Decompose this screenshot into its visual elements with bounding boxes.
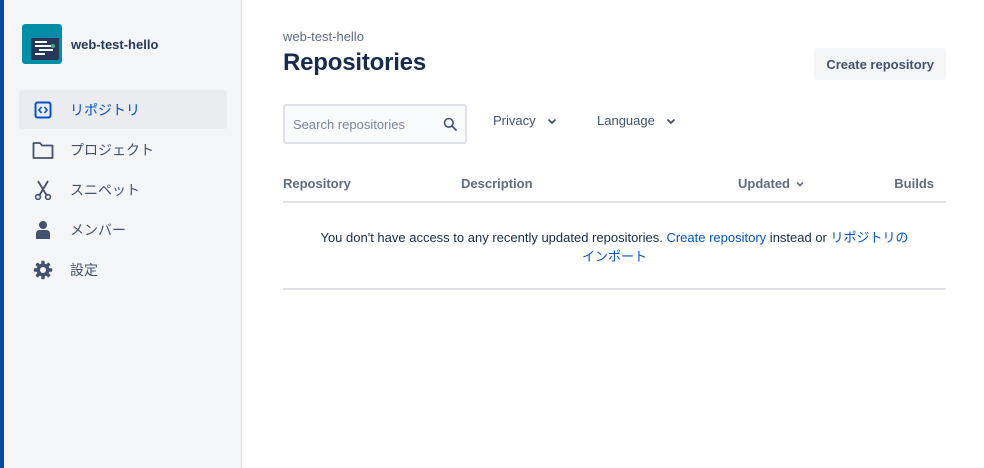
column-header-builds: Builds bbox=[894, 176, 934, 191]
search-input[interactable] bbox=[291, 115, 435, 133]
empty-state-text-middle: instead or bbox=[766, 230, 831, 245]
sidebar-item-settings[interactable]: 設定 bbox=[19, 250, 227, 289]
table-header: Repository Description Updated Builds bbox=[283, 176, 946, 203]
chevron-down-icon bbox=[666, 118, 675, 124]
sidebar-item-snippets[interactable]: スニペット bbox=[19, 170, 227, 209]
repository-icon bbox=[32, 99, 54, 121]
workspace-name: web-test-hello bbox=[71, 36, 159, 52]
create-repository-button[interactable]: Create repository bbox=[814, 48, 946, 80]
search-icon[interactable] bbox=[443, 117, 457, 131]
column-header-repository[interactable]: Repository bbox=[283, 176, 351, 191]
sidebar-item-label: リポジトリ bbox=[70, 101, 140, 118]
sort-chevron-down-icon bbox=[796, 181, 804, 187]
sidebar-nav: リポジトリ プロジェクト スニペット メンバー 設定 bbox=[19, 90, 227, 290]
sidebar-item-label: スニペット bbox=[70, 181, 140, 198]
column-header-updated-label: Updated bbox=[738, 176, 790, 191]
privacy-filter-label: Privacy bbox=[493, 113, 536, 128]
sidebar-item-projects[interactable]: プロジェクト bbox=[19, 130, 227, 169]
workspace-header[interactable]: web-test-hello bbox=[22, 24, 158, 64]
search-box bbox=[283, 104, 467, 144]
empty-state-message: You don't have access to any recently up… bbox=[315, 228, 915, 266]
create-repository-link[interactable]: Create repository bbox=[666, 230, 766, 245]
language-filter[interactable]: Language bbox=[597, 113, 677, 128]
workspace-avatar-icon bbox=[22, 24, 62, 64]
empty-state: You don't have access to any recently up… bbox=[283, 228, 946, 290]
sidebar-item-members[interactable]: メンバー bbox=[19, 210, 227, 249]
folder-icon bbox=[32, 139, 54, 161]
sidebar-item-label: 設定 bbox=[70, 261, 98, 278]
privacy-filter[interactable]: Privacy bbox=[493, 113, 558, 128]
sidebar: web-test-hello リポジトリ プロジェクト スニペット メンバー 設… bbox=[4, 0, 242, 468]
empty-state-text: You don't have access to any recently up… bbox=[320, 230, 667, 245]
gear-icon bbox=[32, 259, 54, 281]
main-content: web-test-hello Repositories Create repos… bbox=[283, 0, 946, 468]
sidebar-item-label: メンバー bbox=[70, 221, 126, 238]
sidebar-item-label: プロジェクト bbox=[70, 141, 154, 158]
page-title: Repositories bbox=[283, 49, 426, 76]
sidebar-item-repositories[interactable]: リポジトリ bbox=[19, 90, 227, 129]
scissors-icon bbox=[32, 179, 54, 201]
chevron-down-icon bbox=[547, 118, 556, 124]
breadcrumb[interactable]: web-test-hello bbox=[283, 29, 364, 44]
column-header-updated[interactable]: Updated bbox=[738, 176, 805, 191]
person-icon bbox=[32, 219, 54, 241]
column-header-description: Description bbox=[461, 176, 533, 191]
language-filter-label: Language bbox=[597, 113, 655, 128]
